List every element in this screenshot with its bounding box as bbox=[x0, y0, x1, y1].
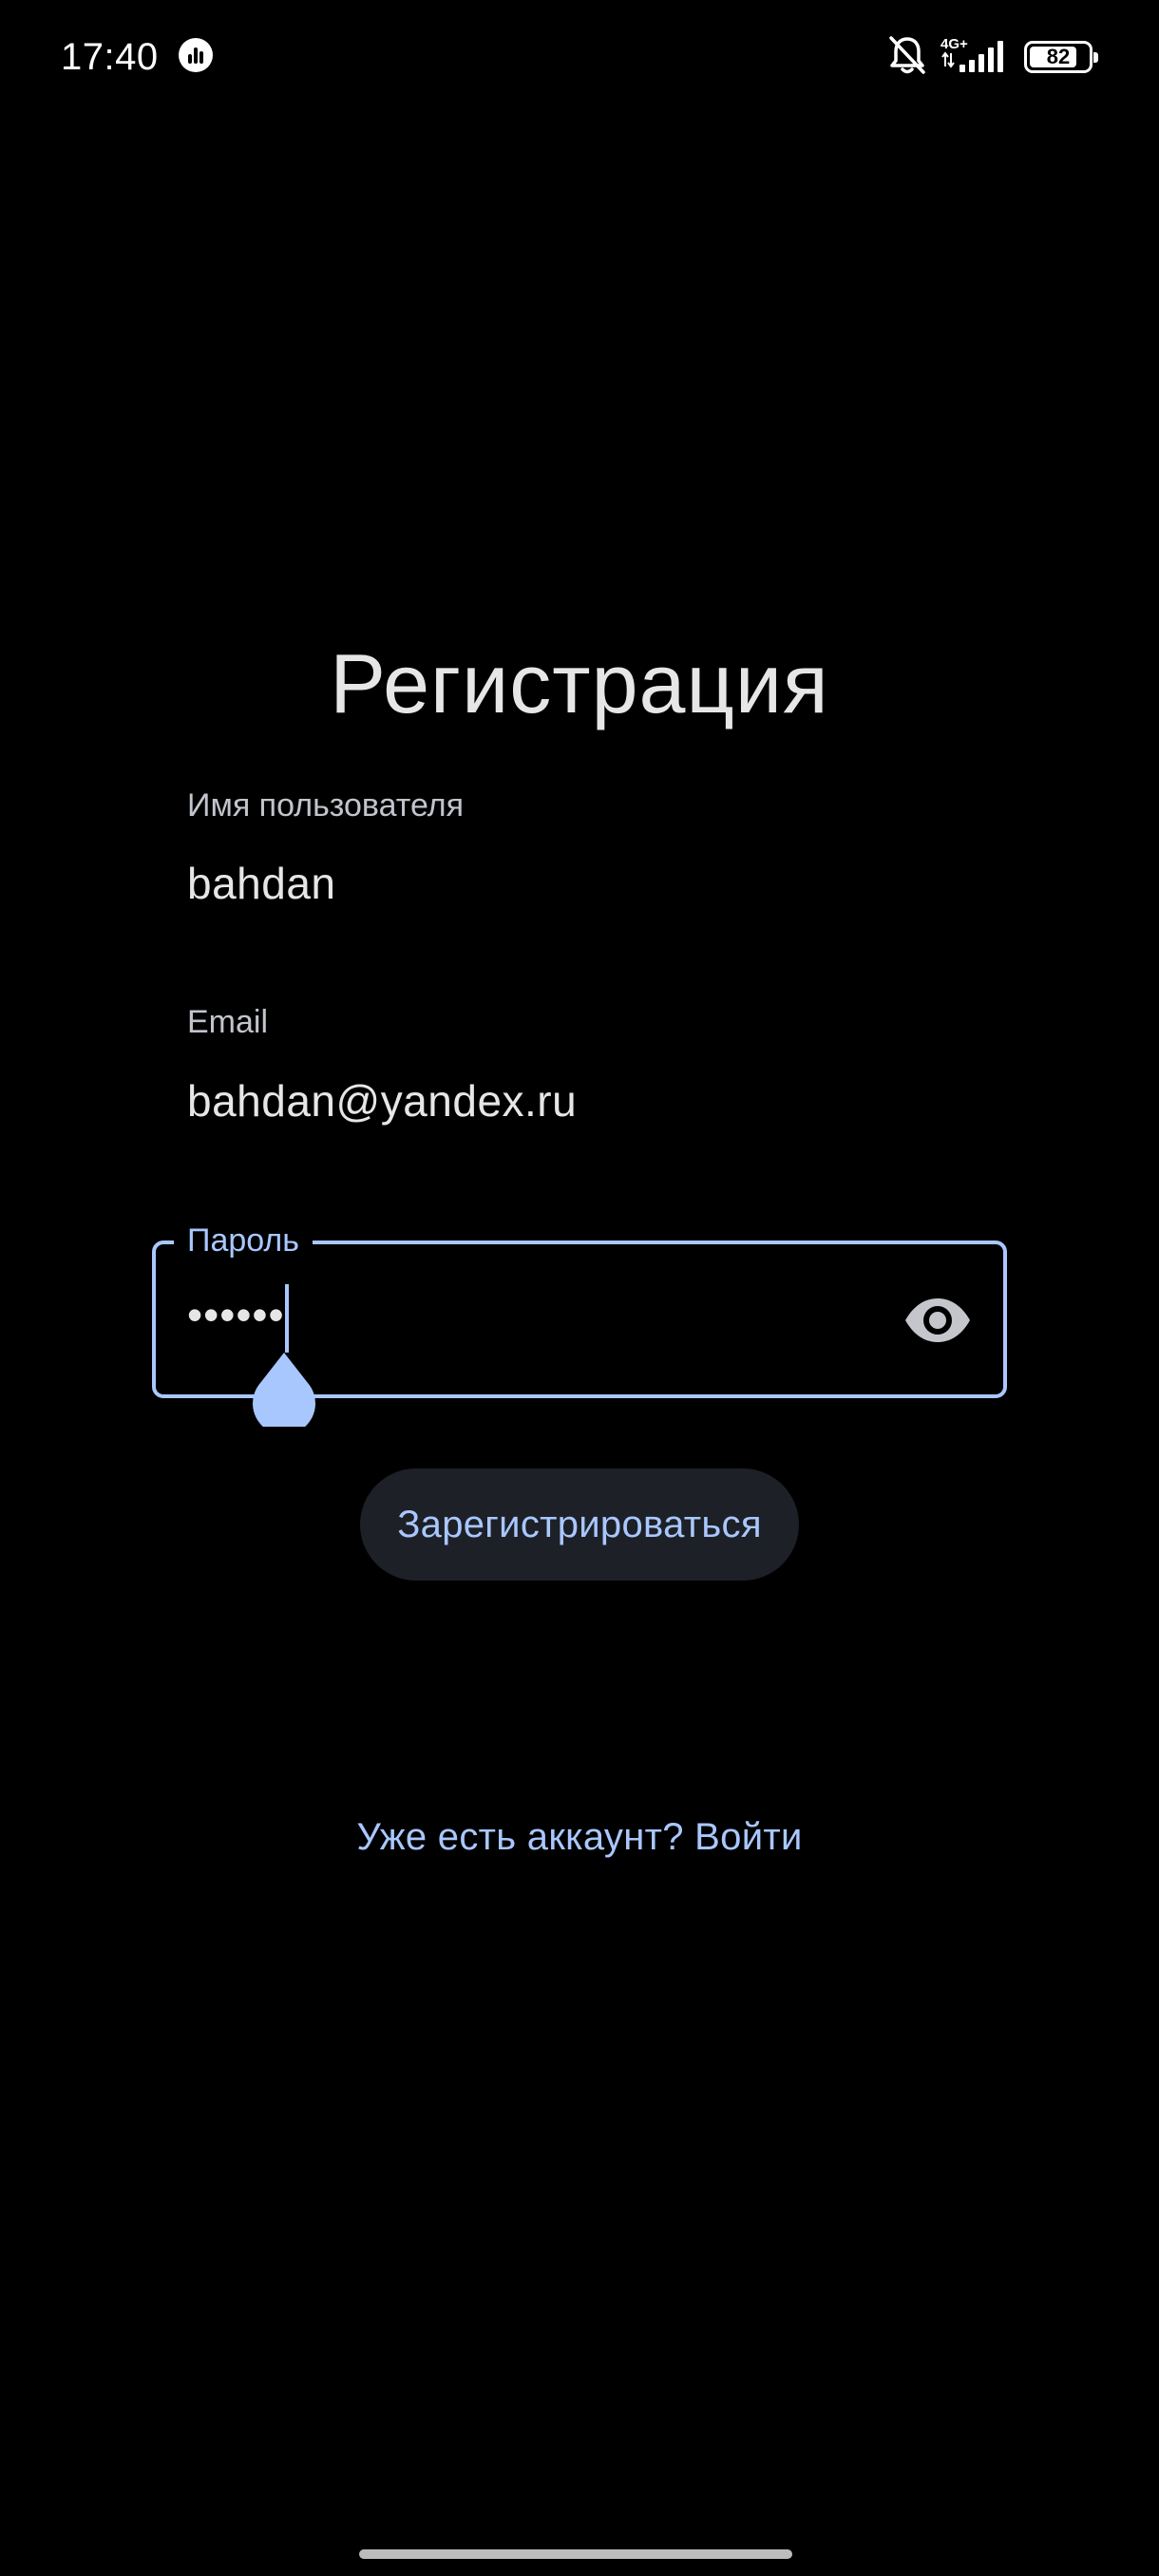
status-icons: 4G+ 82 bbox=[887, 30, 1098, 84]
login-link[interactable]: Уже есть аккаунт? Войти bbox=[0, 1810, 1159, 1864]
activity-icon bbox=[179, 38, 213, 72]
battery-tip bbox=[1093, 52, 1098, 63]
username-label: Имя пользователя bbox=[187, 787, 464, 824]
cursor-handle[interactable] bbox=[253, 1353, 315, 1435]
signal-icon: 4G+ bbox=[940, 34, 1011, 81]
gesture-bar[interactable] bbox=[359, 2549, 792, 2559]
register-button[interactable]: Зарегистрироваться bbox=[360, 1468, 799, 1581]
status-time: 17:40 bbox=[61, 36, 159, 78]
text-caret bbox=[285, 1284, 289, 1353]
username-input[interactable]: bahdan bbox=[187, 855, 336, 912]
eye-icon[interactable] bbox=[902, 1294, 973, 1347]
page-title: Регистрация bbox=[330, 636, 829, 730]
email-input[interactable]: bahdan@yandex.ru bbox=[187, 1072, 577, 1129]
status-bar: 17:40 4G+ 82 bbox=[0, 0, 1159, 114]
bell-muted-icon bbox=[887, 34, 927, 81]
email-label: Email bbox=[187, 1004, 269, 1040]
network-type-label: 4G+ bbox=[940, 36, 968, 52]
battery-icon: 82 bbox=[1024, 41, 1098, 73]
password-label: Пароль bbox=[174, 1220, 313, 1261]
battery-level: 82 bbox=[1046, 45, 1071, 68]
password-input[interactable]: •••••• bbox=[187, 1286, 285, 1343]
